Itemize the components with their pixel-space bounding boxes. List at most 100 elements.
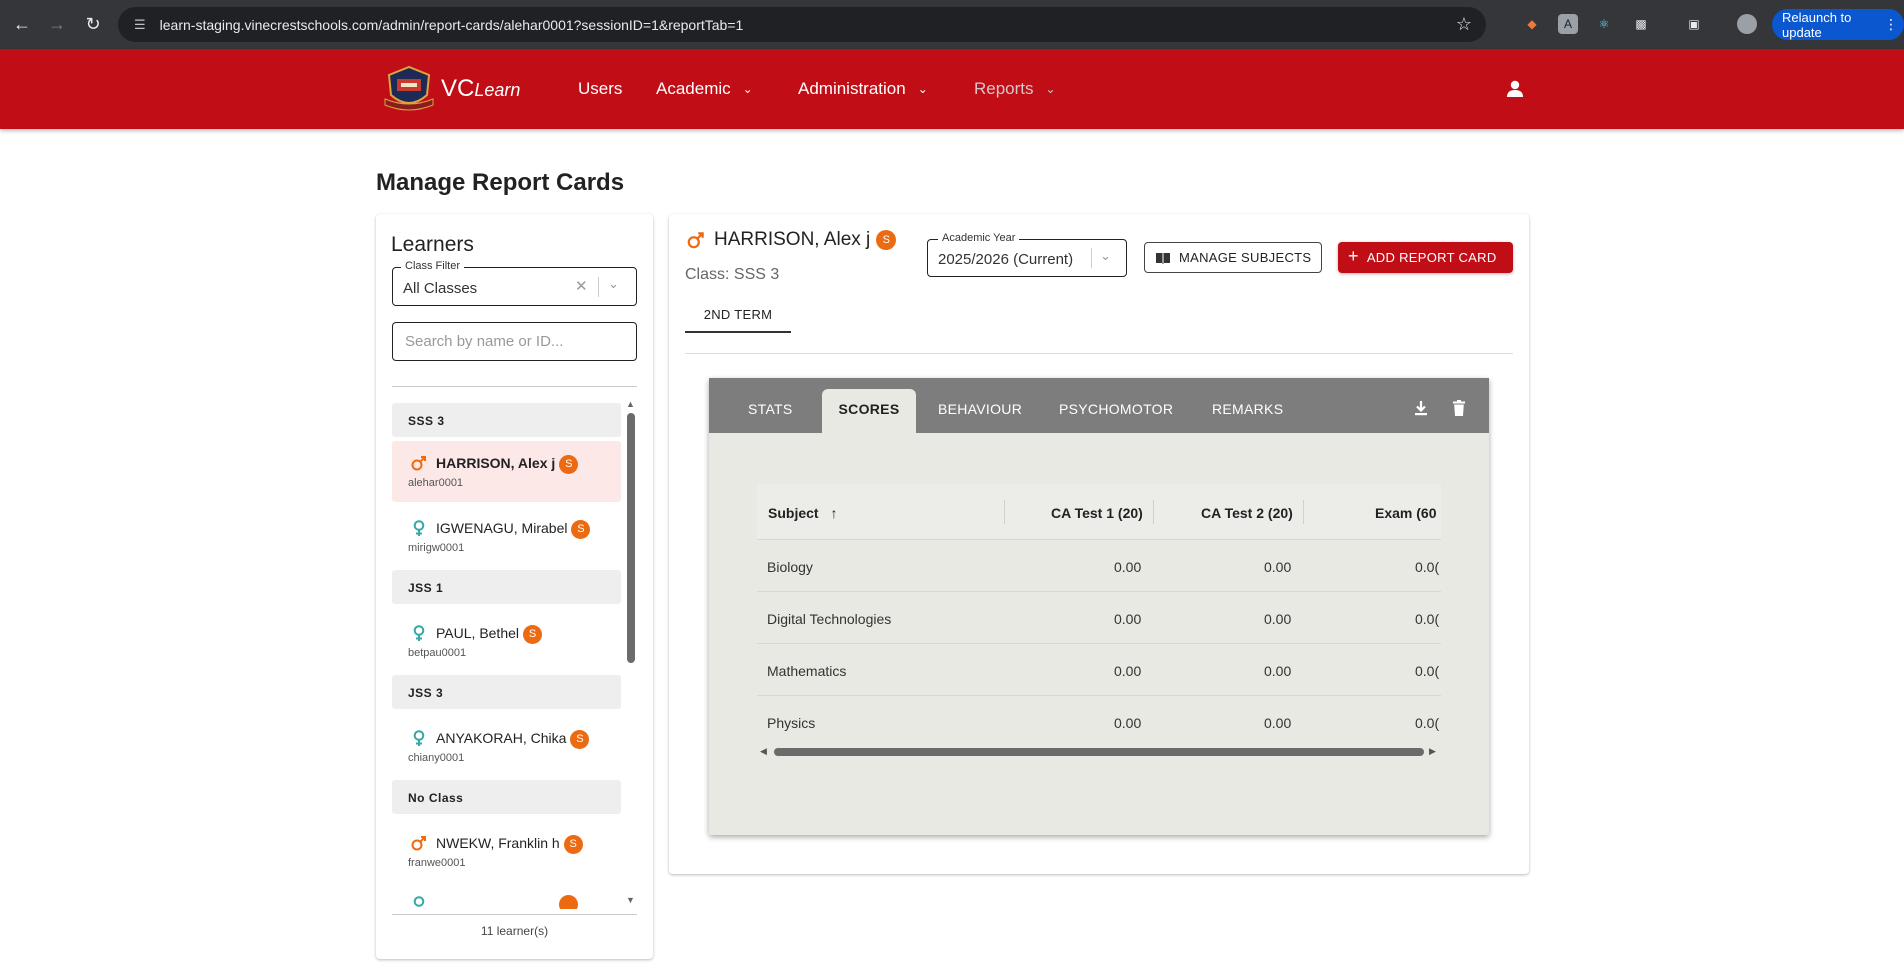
school-crest-icon [384, 65, 434, 111]
download-icon[interactable] [1413, 399, 1429, 417]
tab-psychomotor[interactable]: PSYCHOMOTOR [1059, 378, 1173, 433]
divider [392, 386, 637, 387]
academic-year-value: 2025/2026 (Current) [938, 251, 1074, 268]
cell-ca-test-2: 0.00 [1264, 663, 1292, 679]
app-logo[interactable]: VC Learn [383, 65, 520, 113]
back-icon[interactable]: ← [4, 6, 40, 42]
group-header-no-class: No Class [392, 780, 621, 814]
tab-remarks[interactable]: REMARKS [1212, 378, 1283, 433]
table-horizontal-scrollbar[interactable]: ◀ ▶ [757, 745, 1441, 759]
plus-icon: + [1348, 246, 1359, 266]
column-header-exam[interactable]: Exam (60 [1375, 484, 1436, 540]
delete-icon[interactable] [1451, 399, 1467, 417]
learner-item[interactable]: PAUL, Bethel S betpau0001 [392, 611, 621, 672]
column-separator [1004, 500, 1005, 524]
learner-name: IGWENAGU, Mirabel [436, 520, 568, 536]
class-filter-label: Class Filter [401, 260, 465, 272]
male-icon [687, 232, 704, 249]
learner-item[interactable]: HARRISON, Alex jS alehar0001 [392, 441, 621, 502]
status-badge: S [876, 230, 897, 250]
sort-arrow-up-icon[interactable]: ↑ [830, 505, 837, 521]
nav-users[interactable]: Users [578, 49, 622, 129]
class-filter-select[interactable]: Class Filter All Classes ✕ ⌄ [392, 260, 637, 306]
column-separator [1303, 500, 1304, 524]
group-header-jss3: JSS 3 [392, 675, 621, 709]
column-header-subject[interactable]: Subject ↑ [768, 484, 837, 540]
table-row: Digital Technologies 0.00 0.00 0.0( [757, 592, 1441, 644]
extension-translate-icon[interactable]: A [1558, 14, 1578, 34]
status-badge: S [523, 625, 543, 644]
learner-item[interactable]: IGWENAGU, Mirabel S mirigw0001 [392, 506, 621, 567]
academic-year-select[interactable]: Academic Year 2025/2026 (Current) ⌄ [927, 232, 1127, 277]
group-header-sss3: SSS 3 [392, 403, 621, 437]
forward-icon[interactable]: → [39, 6, 75, 42]
status-badge [559, 895, 578, 909]
nav-reports[interactable]: Reports ⌄ [974, 49, 1056, 129]
add-report-card-button[interactable]: + ADD REPORT CARD [1338, 242, 1513, 273]
profile-avatar-icon[interactable] [1737, 14, 1757, 34]
learner-item[interactable]: ANYAKORAH, Chika S chiany0001 [392, 716, 621, 777]
extension-git-icon[interactable]: ◆ [1522, 14, 1542, 34]
tabs-divider [685, 353, 1513, 354]
manage-subjects-button[interactable]: MANAGE SUBJECTS [1144, 242, 1322, 273]
menu-kebab-icon: ⋮ [1884, 16, 1898, 32]
cell-subject: Physics [767, 715, 816, 731]
address-bar[interactable]: ☰ learn-staging.vinecrestschools.com/adm… [118, 7, 1486, 42]
student-name: HARRISON, Alex j [714, 229, 871, 250]
add-report-card-label: ADD REPORT CARD [1366, 250, 1497, 265]
scroll-left-icon[interactable]: ◀ [760, 746, 767, 757]
extensions-puzzle-icon[interactable]: ▩ [1631, 14, 1651, 34]
learner-id: chiany0001 [408, 752, 465, 764]
learner-item-partial[interactable] [392, 882, 621, 909]
chevron-down-icon[interactable]: ⌄ [1100, 248, 1111, 264]
tab-stats[interactable]: STATS [748, 378, 793, 433]
learner-item[interactable]: NWEKW, Franklin hS franwe0001 [392, 821, 621, 882]
extension-react-icon[interactable]: ⚛ [1594, 14, 1614, 34]
female-icon [413, 625, 425, 641]
status-badge: S [571, 520, 591, 539]
site-info-icon[interactable]: ☰ [134, 17, 146, 33]
clear-icon[interactable]: ✕ [575, 277, 588, 295]
reload-icon[interactable]: ↻ [75, 6, 111, 42]
tab-2nd-term[interactable]: 2ND TERM [685, 293, 791, 333]
bookmark-star-icon[interactable]: ☆ [1456, 14, 1472, 35]
manage-subjects-label: MANAGE SUBJECTS [1179, 250, 1312, 265]
chevron-down-icon[interactable]: ⌄ [608, 276, 619, 292]
cell-ca-test-2: 0.00 [1264, 715, 1292, 731]
nav-administration[interactable]: Administration ⌄ [798, 49, 928, 129]
tab-behaviour[interactable]: BEHAVIOUR [938, 378, 1022, 433]
female-icon [413, 896, 425, 907]
table-header: Subject ↑ CA Test 1 (20) CA Test 2 (20) … [757, 484, 1441, 540]
scroll-down-icon[interactable]: ▼ [626, 895, 635, 905]
cell-exam: 0.0( [1415, 715, 1440, 731]
scrollbar-thumb[interactable] [774, 748, 1424, 756]
scroll-up-icon[interactable]: ▲ [626, 399, 635, 409]
cell-ca-test-1: 0.00 [1114, 715, 1142, 731]
cell-exam: 0.0( [1415, 663, 1440, 679]
learner-search-input[interactable] [392, 322, 637, 361]
column-header-ca-test-2[interactable]: CA Test 2 (20) [1201, 484, 1293, 540]
learners-list: SSS 3 HARRISON, Alex jS alehar0001 IGWEN… [392, 403, 621, 909]
cell-exam: 0.0( [1415, 611, 1440, 627]
report-tabs: STATS SCORES BEHAVIOUR PSYCHOMOTOR REMAR… [709, 378, 1489, 433]
learner-name: PAUL, Bethel [436, 625, 520, 641]
learners-scrollbar[interactable]: ▲ ▼ [624, 399, 638, 909]
account-person-icon[interactable] [1504, 78, 1526, 100]
tab-search-icon[interactable]: ▣ [1684, 14, 1704, 34]
learner-name: ANYAKORAH, Chika [436, 730, 567, 746]
cell-subject: Digital Technologies [767, 611, 892, 627]
browser-toolbar: ← → ↻ ☰ learn-staging.vinecrestschools.c… [0, 0, 1904, 49]
scrollbar-thumb[interactable] [627, 413, 635, 663]
scroll-right-icon[interactable]: ▶ [1429, 746, 1436, 757]
cell-ca-test-1: 0.00 [1114, 611, 1142, 627]
brand-name: VC Learn [441, 75, 521, 102]
column-header-ca-test-1[interactable]: CA Test 1 (20) [1051, 484, 1143, 540]
tab-scores[interactable]: SCORES [822, 389, 916, 433]
student-class: Class: SSS 3 [685, 266, 780, 283]
nav-academic[interactable]: Academic ⌄ [656, 49, 753, 129]
report-card-panel: HARRISON, Alex j S Class: SSS 3 Academic… [669, 214, 1529, 874]
relaunch-button[interactable]: Relaunch to update ⋮ [1772, 9, 1904, 40]
status-badge: S [570, 730, 590, 749]
cell-ca-test-2: 0.00 [1264, 559, 1292, 575]
group-header-jss1: JSS 1 [392, 570, 621, 604]
